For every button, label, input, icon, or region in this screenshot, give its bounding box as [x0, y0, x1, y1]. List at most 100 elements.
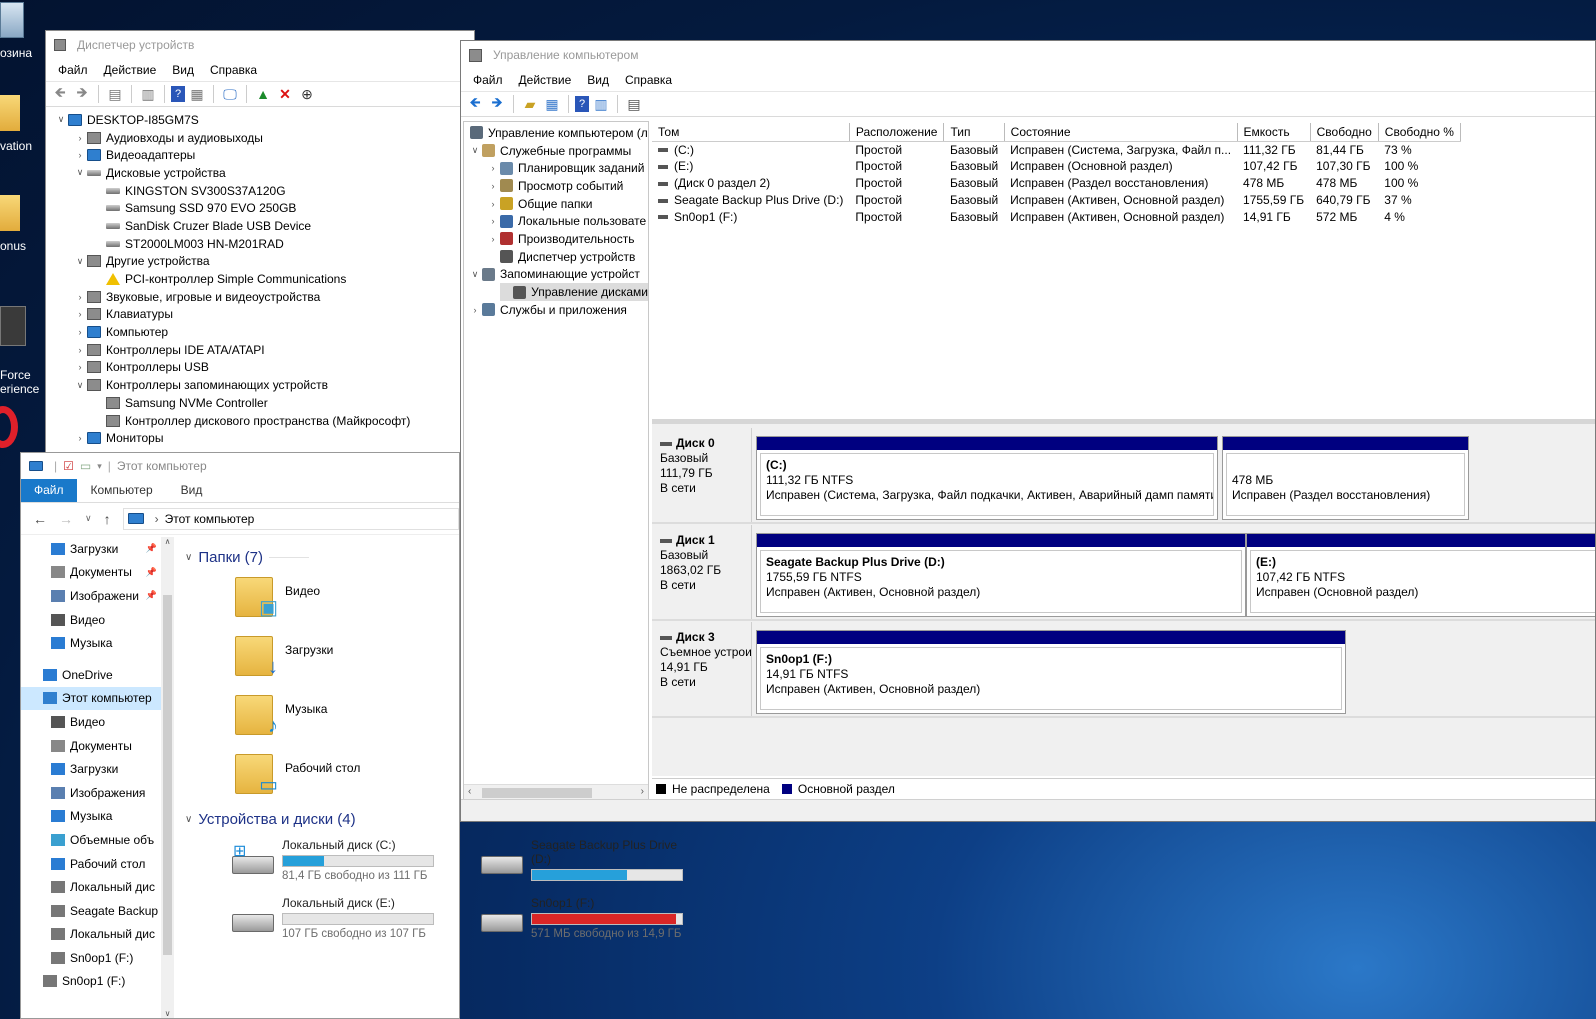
nav-item[interactable]: Изображения: [21, 781, 161, 805]
show-hide-tree-icon[interactable]: ▦: [542, 94, 562, 114]
view-icon[interactable]: ▦: [187, 84, 207, 104]
computer-management-window[interactable]: Управление компьютером Файл Действие Вид…: [460, 40, 1596, 822]
expand-chevron-icon[interactable]: ›: [73, 150, 87, 160]
expand-chevron-icon[interactable]: ›: [73, 433, 87, 443]
properties-icon[interactable]: ▤: [624, 94, 644, 114]
view-icon[interactable]: ▥: [591, 94, 611, 114]
devices-section-header[interactable]: ∨ Устройства и диски (4): [185, 811, 356, 828]
compmgmt-tree-item[interactable]: › Службы и приложения: [464, 301, 648, 319]
compmgmt-tree-item[interactable]: › Планировщик заданий: [464, 159, 648, 177]
expand-chevron-icon[interactable]: ›: [73, 362, 87, 372]
nav-item[interactable]: Этот компьютер: [21, 686, 161, 711]
expand-chevron-icon[interactable]: ›: [486, 216, 500, 226]
device-tree-item[interactable]: › Аудиовходы и аудиовыходы: [54, 129, 474, 147]
compmgmt-tree-item[interactable]: ∨ Запоминающие устройст: [464, 266, 648, 284]
device-tree-item[interactable]: KINGSTON SV300S37A120G: [54, 182, 474, 200]
device-manager-titlebar[interactable]: Диспетчер устройств: [46, 31, 474, 59]
scan-hardware-icon[interactable]: 🖵: [220, 84, 240, 104]
expand-chevron-icon[interactable]: ›: [73, 292, 87, 302]
nav-item[interactable]: Документы 📌: [21, 561, 161, 585]
collapse-chevron-icon[interactable]: ∨: [73, 380, 87, 391]
nav-item[interactable]: OneDrive: [21, 663, 161, 687]
nav-item[interactable]: Видео: [21, 710, 161, 734]
nav-item[interactable]: Музыка: [21, 805, 161, 829]
ribbon-tab-computer[interactable]: Компьютер: [77, 479, 167, 502]
scroll-thumb[interactable]: [163, 595, 172, 955]
nav-item[interactable]: Загрузки: [21, 757, 161, 781]
new-folder-icon[interactable]: ▭: [80, 459, 91, 473]
partition-block[interactable]: (E:) 107,42 ГБ NTFS Исправен (Основной раз…: [1246, 533, 1595, 617]
menu-file[interactable]: Файл: [50, 63, 96, 77]
uninstall-device-icon[interactable]: ✕: [275, 84, 295, 104]
forward-arrow-icon[interactable]: 🡺: [72, 84, 92, 104]
expand-chevron-icon[interactable]: ›: [73, 309, 87, 319]
device-tree-item[interactable]: › Компьютер: [54, 323, 474, 341]
expand-chevron-icon[interactable]: ›: [73, 133, 87, 143]
menu-action[interactable]: Действие: [511, 73, 580, 87]
nav-item[interactable]: Локальный дис: [21, 923, 161, 947]
column-header[interactable]: Расположение: [849, 123, 945, 142]
partition-block[interactable]: Sn0op1 (F:) 14,91 ГБ NTFS Исправен (Активе…: [756, 630, 1346, 714]
volume-row[interactable]: (Диск 0 раздел 2) Простой Базовый Исправен …: [652, 175, 1460, 192]
expand-chevron-icon[interactable]: ›: [468, 305, 482, 315]
drive-item[interactable]: ⊞ Локальный диск (C:) 81,4 ГБ свободно из …: [232, 838, 434, 882]
desktop-icon-folder-2[interactable]: onus: [0, 195, 40, 253]
pin-icon[interactable]: 📌: [146, 567, 157, 578]
disk-label[interactable]: Диск 3 Съемное устрои 14,91 ГБ В сети: [652, 622, 752, 716]
device-tree-item[interactable]: ∨ DESKTOP-I85GM7S: [54, 111, 474, 129]
device-tree-item[interactable]: › Клавиатуры: [54, 306, 474, 324]
compmgmt-tree-item[interactable]: Управление компьютером (л: [464, 124, 648, 142]
nav-item[interactable]: Рабочий стол: [21, 852, 161, 876]
desktop-icon-folder-1[interactable]: vation: [0, 95, 40, 153]
device-manager-window[interactable]: Диспетчер устройств Файл Действие Вид Сп…: [45, 30, 475, 460]
device-tree-item[interactable]: ST2000LM003 HN-M201RAD: [54, 235, 474, 253]
volume-row[interactable]: Sn0op1 (F:) Простой Базовый Исправен (Актив…: [652, 208, 1460, 225]
expand-chevron-icon[interactable]: ›: [486, 181, 500, 191]
up-folder-icon[interactable]: ▰: [520, 94, 540, 114]
recent-dropdown-icon[interactable]: ∨: [85, 513, 92, 524]
help-icon[interactable]: ?: [575, 96, 589, 112]
menu-help[interactable]: Справка: [617, 73, 680, 87]
back-arrow-icon[interactable]: 🡸: [50, 84, 70, 104]
nav-item[interactable]: Seagate Backup: [21, 899, 161, 923]
folder-item[interactable]: ▣ Видео: [235, 577, 320, 619]
collapse-chevron-icon[interactable]: ∨: [468, 269, 482, 280]
disk-label[interactable]: Диск 1 Базовый 1863,02 ГБ В сети: [652, 525, 752, 619]
device-tree-item[interactable]: › Контроллеры IDE ATA/ATAPI: [54, 341, 474, 359]
partition-block[interactable]: (C:) 111,32 ГБ NTFS Исправен (Система, Заг…: [756, 436, 1218, 520]
column-header[interactable]: Состояние: [1004, 123, 1238, 142]
drive-item[interactable]: Локальный диск (E:) 107 ГБ свободно из 10…: [232, 896, 434, 940]
menu-file[interactable]: Файл: [465, 73, 511, 87]
pin-icon[interactable]: 📌: [146, 590, 157, 601]
expand-chevron-icon[interactable]: ›: [486, 199, 500, 209]
compmgmt-tree-item[interactable]: Диспетчер устройств: [464, 248, 648, 266]
scroll-up-icon[interactable]: ∧: [161, 537, 174, 546]
scroll-right-icon[interactable]: ›: [641, 786, 644, 797]
device-tree-item[interactable]: ∨ Другие устройства: [54, 253, 474, 271]
menu-view[interactable]: Вид: [579, 73, 617, 87]
expand-chevron-icon[interactable]: ›: [73, 345, 87, 355]
expand-chevron-icon[interactable]: ›: [73, 327, 87, 337]
nav-scrollbar[interactable]: ∧ ∨: [161, 537, 174, 1018]
column-header[interactable]: Свободно %: [1378, 123, 1461, 142]
tree-hscrollbar[interactable]: ‹ ›: [464, 784, 648, 800]
menu-view[interactable]: Вид: [164, 63, 202, 77]
folder-item[interactable]: ▭ Рабочий стол: [235, 754, 360, 796]
device-tree-item[interactable]: PCI-контроллер Simple Communications: [54, 270, 474, 288]
column-header[interactable]: Тип: [943, 123, 1005, 142]
update-driver-icon[interactable]: ▲: [253, 84, 273, 104]
back-arrow-icon[interactable]: ←: [33, 511, 47, 527]
partition-block[interactable]: 478 МБ Исправен (Раздел восстановления): [1222, 436, 1469, 520]
compmgmt-tree-item[interactable]: › Общие папки: [464, 195, 648, 213]
disk-label[interactable]: Диск 0 Базовый 111,79 ГБ В сети: [652, 428, 752, 522]
compmgmt-tree-item[interactable]: Управление дисками: [500, 283, 648, 301]
nav-item[interactable]: Видео: [21, 608, 161, 632]
volume-row[interactable]: (E:) Простой Базовый Исправен (Основной раз…: [652, 158, 1460, 175]
help-icon[interactable]: ?: [171, 86, 185, 102]
column-header[interactable]: Свободно: [1310, 123, 1379, 142]
device-tree-item[interactable]: Samsung SSD 970 EVO 250GB: [54, 199, 474, 217]
menu-action[interactable]: Действие: [96, 63, 165, 77]
ribbon-tab-file[interactable]: Файл: [21, 479, 77, 502]
device-tree-item[interactable]: › Мониторы: [54, 429, 474, 447]
partition-block[interactable]: Seagate Backup Plus Drive (D:) 1755,59 ГБ…: [756, 533, 1246, 617]
